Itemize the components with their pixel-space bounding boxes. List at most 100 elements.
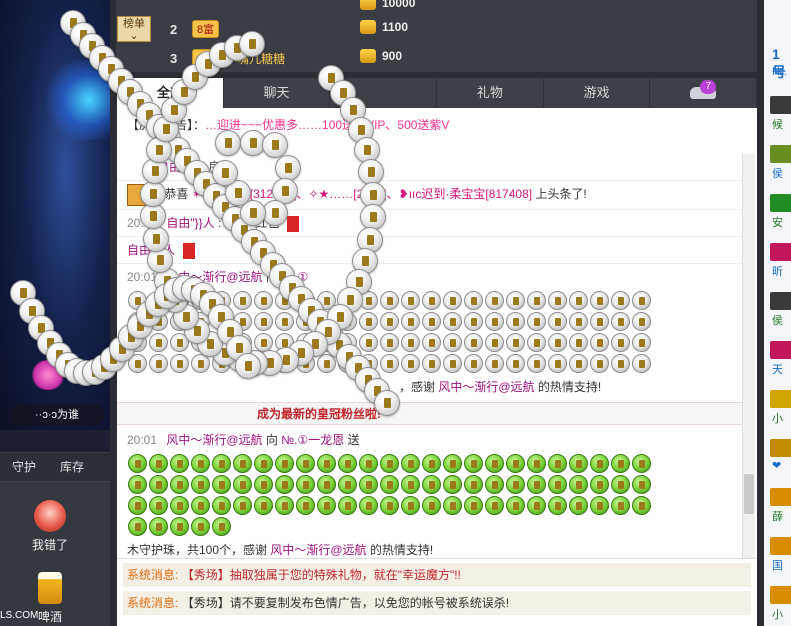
gift-coin-icon [128,496,147,515]
chat-user[interactable]: 风中～渐行@远航 [166,270,262,284]
score-value: 900 [382,49,403,63]
chat-target[interactable]: №.① [281,270,308,284]
gift-coin-icon [380,354,399,373]
gift-coin-icon [275,475,294,494]
right-rank-name[interactable]: 昕 [772,263,783,279]
chat-user[interactable]: 风中～渐行@远航 [270,543,366,556]
gift-coin-icon [317,475,336,494]
gift-coin-icon [422,312,441,331]
tab-guard[interactable]: 守护 [0,453,48,481]
chat-suffix: 上头条了! [535,187,587,202]
tab-hidden[interactable] [330,78,438,108]
chat-scrollbar[interactable] [742,154,755,558]
right-rank-name[interactable]: 安 [772,214,783,230]
chat-user[interactable]: 自由"}}人 [166,216,214,230]
chat-text: 的热情支持! [369,543,434,556]
right-rank-name[interactable]: ❤ [772,459,781,472]
gift-coin-icon [632,291,651,310]
gift-coin-icon [275,354,294,373]
gift-coin-icon [590,475,609,494]
gift-coin-icon [317,291,336,310]
gift-sorry[interactable]: 我错了 [20,500,80,553]
chat-user[interactable]: 风中～渐行@远航 [438,380,534,394]
chat-message: 木守护珠，共100个，感谢 风中～渐行@远航 的热情支持! [117,537,742,556]
gift-coin-icon [359,475,378,494]
gift-coin-icon [128,454,147,473]
gift-coin-icon [317,454,336,473]
gift-coin-icon [401,333,420,352]
red-envelope-icon[interactable] [286,215,299,232]
gift-coin-icon [317,496,336,515]
gift-coin-icon [590,496,609,515]
chat-target[interactable]: №.①一龙恩 [281,433,344,447]
gift-coin-icon [128,517,147,536]
chat-user[interactable]: 风中～渐行@远航 [166,433,262,447]
gift-coin-icon [443,333,462,352]
gift-coin-icon [296,312,315,331]
gift-coin-icon [548,354,567,373]
chat-to: 向 [265,270,278,284]
gift-coin-icon [443,496,462,515]
tab-chat[interactable]: 聊天 [224,78,331,108]
red-envelope-icon[interactable] [182,242,195,259]
chat-prefix: 恭喜 [164,187,189,202]
right-rank-name[interactable]: 国 [772,557,783,573]
gift-coin-icon [149,517,168,536]
right-rank-name[interactable]: 候 [772,116,783,132]
gift-coin-icon [380,454,399,473]
right-rank-name[interactable]: 侯 [772,165,783,181]
leaderboard-row[interactable]: 2 8富 [170,18,345,40]
gift-coin-icon [212,496,231,515]
gift-coin-icon [212,354,231,373]
gift-coin-icon [191,454,210,473]
right-rank-name[interactable]: 小 [772,410,783,426]
chat-user[interactable]: 自由"}}人 [157,160,205,174]
right-rank-name[interactable]: 小 [772,606,783,622]
notice-prefix: 【房间公告】： [127,118,206,132]
gift-coin-icon [275,454,294,473]
gift-coin-icon [632,354,651,373]
gift-coin-icon [527,354,546,373]
gift-coin-icon [506,333,525,352]
headline-users[interactable]: ✶住在未来[312999]、✧★……[2258]、❥ııc迟到·柔宝宝[8174… [192,187,532,201]
chat-user[interactable]: 自由"}}人 [127,243,175,257]
gift-grid-silver [117,290,742,374]
tab-gifts[interactable]: 礼物 [437,78,544,108]
gift-coin-icon [611,454,630,473]
chat-message: ，感谢 风中～渐行@远航 的热情支持! [117,374,742,400]
system-text[interactable]: 【秀场】抽取独属于您的特殊礼物，就在"幸运魔方"!! [182,568,461,582]
stage-light [40,60,110,140]
character-icon [34,500,66,532]
gift-coin-icon [464,496,483,515]
tab-store[interactable]: 库存 [48,453,96,481]
right-rank-name[interactable]: 薛 [772,508,783,524]
gift-coin-icon [380,496,399,515]
gift-coin-icon [191,312,210,331]
gift-coin-icon [254,475,273,494]
gift-coin-icon [401,496,420,515]
gift-coin-icon [611,291,630,310]
right-rank-name[interactable]: 侯 [772,312,783,328]
chat-log[interactable]: 自由"}}人 房间 恭喜 ✶住在未来[312999]、✧★……[2258]、❥ı… [117,154,742,556]
gift-coin-icon [170,496,189,515]
tab-all[interactable]: 全部 [117,78,224,108]
gift-coin-icon [464,354,483,373]
chat-text: 房间 [208,160,233,174]
leaderboard-row[interactable]: 3 6富 小嘴儿糖糖 [170,47,345,69]
leaderboard-badge[interactable]: 榜单 ⌄ [117,16,151,42]
gift-coin-icon [401,475,420,494]
right-rank-badge [770,243,791,261]
video-stage[interactable] [0,0,110,430]
tab-vehicles[interactable]: 7 [650,78,758,108]
gift-grid-green [117,453,742,537]
host-name-pill[interactable]: ··ɔ·ɔ为谁 [10,404,104,426]
scroll-thumb[interactable] [744,474,754,514]
gift-coin-icon [548,312,567,331]
gift-coin-icon [149,333,168,352]
gift-coin-icon [569,475,588,494]
tab-games[interactable]: 游戏 [544,78,651,108]
gift-coin-icon [611,496,630,515]
gift-coin-icon [128,354,147,373]
right-rank-name[interactable]: 天 [772,361,783,377]
gift-coin-icon [233,496,252,515]
